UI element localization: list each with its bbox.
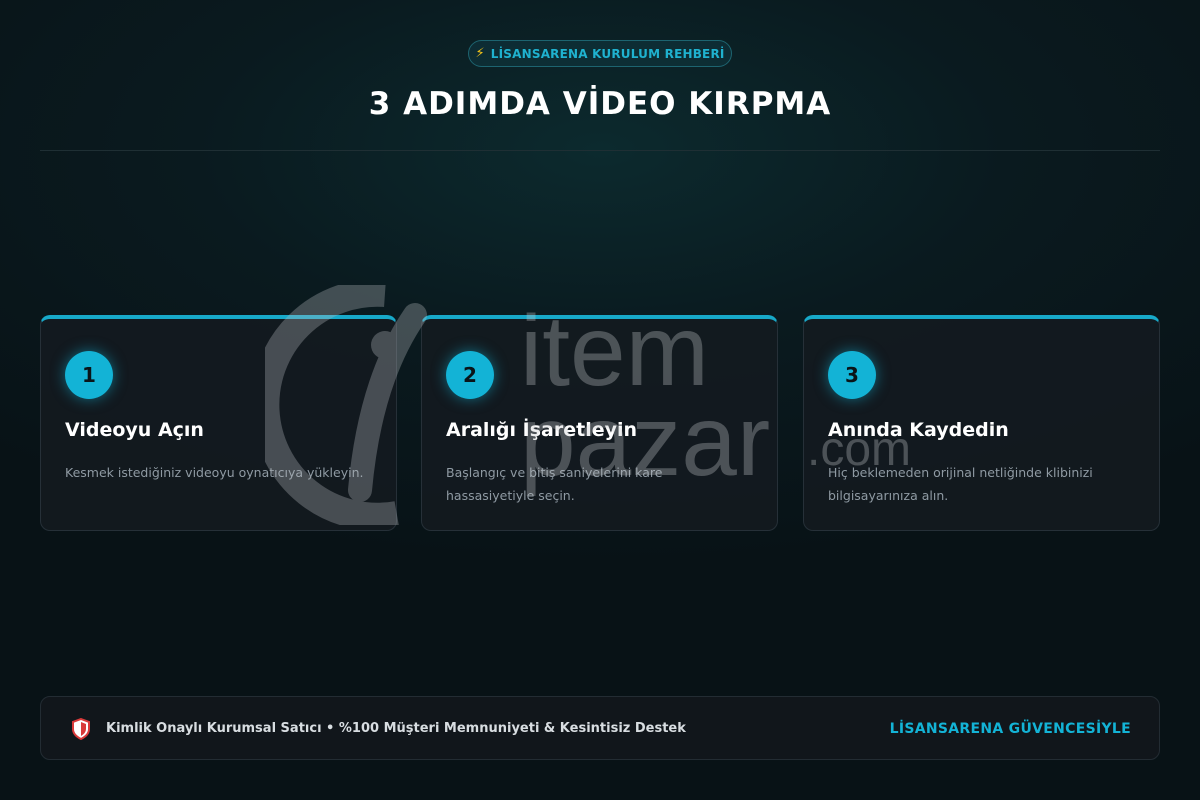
step-number-badge: 2 [446, 351, 494, 399]
step-title: Anında Kaydedin [828, 419, 1009, 441]
page-header: ⚡ LİSANSARENA KURULUM REHBERİ 3 ADIMDA V… [0, 0, 1200, 151]
step-title: Aralığı İşaretleyin [446, 419, 638, 441]
step-card-2: 2 Aralığı İşaretleyin Başlangıç ve bitiş… [421, 315, 778, 531]
step-description: Kesmek istediğiniz videoyu oynatıcıya yü… [65, 465, 364, 480]
page-title: 3 ADIMDA VİDEO KIRPMA [368, 86, 832, 122]
step-title: Videoyu Açın [65, 419, 204, 441]
step-card-3: 3 Anında Kaydedin Hiç beklemeden orijina… [803, 315, 1160, 531]
header-divider [40, 150, 1160, 151]
guide-badge: ⚡ LİSANSARENA KURULUM REHBERİ [468, 40, 732, 67]
trust-statement: Kimlik Onaylı Kurumsal Satıcı • %100 Müş… [106, 721, 686, 736]
guarantee-label: LİSANSARENA GÜVENCESİYLE [889, 721, 1131, 737]
guide-badge-label: LİSANSARENA KURULUM REHBERİ [490, 46, 725, 61]
lightning-icon: ⚡ [475, 46, 485, 61]
step-card-1: 1 Videoyu Açın Kesmek istediğiniz videoy… [40, 315, 397, 531]
shield-icon [72, 718, 90, 740]
step-description: Hiç beklemeden orijinal netliğinde klibi… [828, 465, 1093, 503]
step-description: Başlangıç ve bitiş saniyelerini kare has… [446, 465, 663, 503]
step-number-badge: 1 [65, 351, 113, 399]
step-number-badge: 3 [828, 351, 876, 399]
trust-footer: Kimlik Onaylı Kurumsal Satıcı • %100 Müş… [40, 696, 1160, 760]
